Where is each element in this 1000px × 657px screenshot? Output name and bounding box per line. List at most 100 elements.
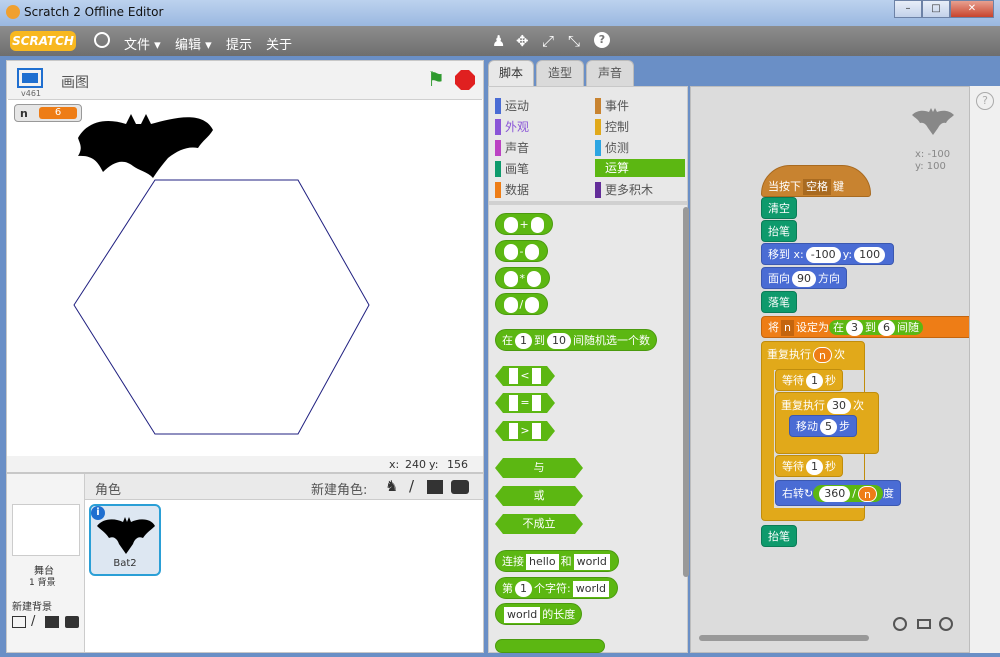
goto-y[interactable]: 100: [854, 247, 886, 263]
letter-of-block[interactable]: 第 1 个字符: world: [495, 577, 619, 599]
pick-random-post: 间随机选一个数: [573, 334, 650, 347]
setvar-from[interactable]: 3: [845, 320, 863, 336]
turn-a[interactable]: 360: [819, 486, 851, 502]
category-data[interactable]: 数据: [495, 181, 529, 199]
join-b[interactable]: world: [573, 554, 610, 570]
pick-random-to[interactable]: 10: [547, 333, 571, 349]
partial-block[interactable]: [495, 639, 605, 653]
category-sensing[interactable]: 侦测: [595, 139, 629, 157]
letter-string[interactable]: world: [572, 581, 610, 597]
pick-random-from[interactable]: 1: [515, 333, 532, 349]
zoom-in-icon[interactable]: [939, 617, 953, 631]
turn-pre: 右转: [782, 487, 804, 500]
wait2-value[interactable]: 1: [806, 459, 823, 475]
category-operators[interactable]: 运算: [595, 159, 685, 177]
pen-up-block[interactable]: 抬笔: [761, 220, 797, 242]
palette-scrollbar[interactable]: [683, 207, 689, 577]
stamp-icon[interactable]: ♟: [492, 32, 505, 50]
maximize-button[interactable]: □: [922, 0, 950, 18]
turn-b[interactable]: n: [857, 486, 877, 502]
category-control[interactable]: 控制: [595, 118, 629, 136]
equals-block[interactable]: =: [495, 393, 555, 413]
stop-icon[interactable]: [455, 70, 475, 90]
letter-index[interactable]: 1: [515, 581, 532, 597]
join-a[interactable]: hello: [526, 554, 559, 570]
and-block[interactable]: 与: [495, 458, 583, 478]
zoom-reset-icon[interactable]: [917, 619, 931, 629]
length-of-block[interactable]: world 的长度: [495, 603, 583, 625]
divide-block[interactable]: /: [495, 293, 548, 315]
green-flag-icon[interactable]: ⚑: [427, 69, 445, 89]
camera-sprite-icon[interactable]: [451, 480, 469, 494]
category-events[interactable]: 事件: [595, 97, 629, 115]
repeat1-var[interactable]: n: [813, 347, 832, 363]
upload-backdrop-icon[interactable]: [45, 616, 59, 628]
join-block[interactable]: 连接 hello 和 world: [495, 550, 619, 572]
sprite-library-icon[interactable]: ♞: [385, 477, 398, 495]
category-looks[interactable]: 外观: [495, 118, 529, 136]
category-motion[interactable]: 运动: [495, 97, 529, 115]
move-icon[interactable]: ✥: [516, 32, 529, 50]
grow-icon[interactable]: ⤢: [542, 32, 554, 50]
minimize-button[interactable]: –: [894, 0, 922, 18]
wait2-pre: 等待: [782, 460, 804, 473]
camera-icon[interactable]: [65, 616, 79, 628]
sprite-tile-bat2[interactable]: i Bat2: [89, 504, 161, 576]
greater-than-block[interactable]: >: [495, 421, 555, 441]
clear-block[interactable]: 清空: [761, 197, 797, 219]
menu-file[interactable]: 文件 ▾: [124, 34, 161, 53]
wait1-value[interactable]: 1: [806, 373, 823, 389]
paint-sprite-icon[interactable]: /: [409, 477, 414, 495]
tab-costumes[interactable]: 造型: [536, 60, 584, 86]
setvar-upto[interactable]: 6: [877, 320, 895, 336]
setvar-var[interactable]: n: [781, 320, 794, 336]
set-variable-block[interactable]: 将 n 设定为在 3 到 6 间随: [761, 316, 969, 338]
upload-sprite-icon[interactable]: [427, 480, 443, 494]
subtract-block[interactable]: -: [495, 240, 548, 262]
go-to-block[interactable]: 移到 x: -100 y: 100: [761, 243, 895, 265]
close-button[interactable]: ✕: [950, 0, 994, 18]
point-dir[interactable]: 90: [792, 271, 816, 287]
key-dropdown[interactable]: 空格: [803, 179, 831, 195]
point-direction-block[interactable]: 面向 90 方向: [761, 267, 847, 289]
stage-canvas[interactable]: n 6: [8, 99, 482, 456]
when-key-hat[interactable]: 当按下 空格键: [761, 165, 871, 197]
or-block[interactable]: 或: [495, 486, 583, 506]
horizontal-scrollbar[interactable]: [699, 635, 869, 641]
category-events-label: 事件: [605, 99, 630, 113]
pick-random-block[interactable]: 在 1 到 10 间随机选一个数: [495, 329, 657, 351]
project-title[interactable]: 画图: [61, 72, 89, 92]
tab-scripts[interactable]: 脚本: [488, 60, 534, 87]
pen-down-block[interactable]: 落笔: [761, 291, 797, 313]
menu-edit[interactable]: 编辑 ▾: [175, 34, 212, 53]
move-value[interactable]: 5: [820, 419, 837, 435]
help-panel-icon[interactable]: ?: [976, 92, 994, 110]
add-block[interactable]: +: [495, 213, 554, 235]
paint-backdrop-icon[interactable]: [12, 616, 26, 628]
tab-sounds[interactable]: 声音: [586, 60, 634, 86]
repeat2-value[interactable]: 30: [827, 398, 851, 414]
menu-tips[interactable]: 提示: [226, 34, 252, 53]
category-sound[interactable]: 声音: [495, 139, 529, 157]
presentation-mode-icon[interactable]: [17, 68, 43, 88]
menu-about[interactable]: 关于: [266, 34, 292, 53]
length-string[interactable]: world: [504, 607, 541, 623]
zoom-out-icon[interactable]: [893, 617, 907, 631]
not-block[interactable]: 不成立: [495, 514, 583, 534]
category-more-blocks[interactable]: 更多积木: [595, 181, 653, 199]
pen-up-block-2[interactable]: 抬笔: [761, 525, 797, 547]
stage-thumbnail[interactable]: [12, 504, 80, 556]
script-area[interactable]: x: -100 y: 100 当按下 空格键 清空 抬笔 移到 x: -100 y: 1…: [690, 86, 970, 653]
turn-right-block[interactable]: 右转↻ 360/n 度: [775, 480, 901, 506]
goto-x[interactable]: -100: [805, 247, 841, 263]
globe-icon[interactable]: [94, 32, 110, 48]
help-icon[interactable]: ?: [594, 32, 610, 48]
shrink-icon[interactable]: ⤡: [568, 32, 580, 50]
wait-block-2[interactable]: 等待 1 秒: [775, 455, 843, 477]
wait-block-1[interactable]: 等待 1 秒: [775, 369, 843, 391]
multiply-block[interactable]: *: [495, 267, 550, 289]
move-steps-block[interactable]: 移动 5 步: [789, 415, 857, 437]
brush-icon[interactable]: /: [31, 614, 35, 629]
category-pen[interactable]: 画笔: [495, 160, 529, 178]
less-than-block[interactable]: <: [495, 366, 555, 386]
